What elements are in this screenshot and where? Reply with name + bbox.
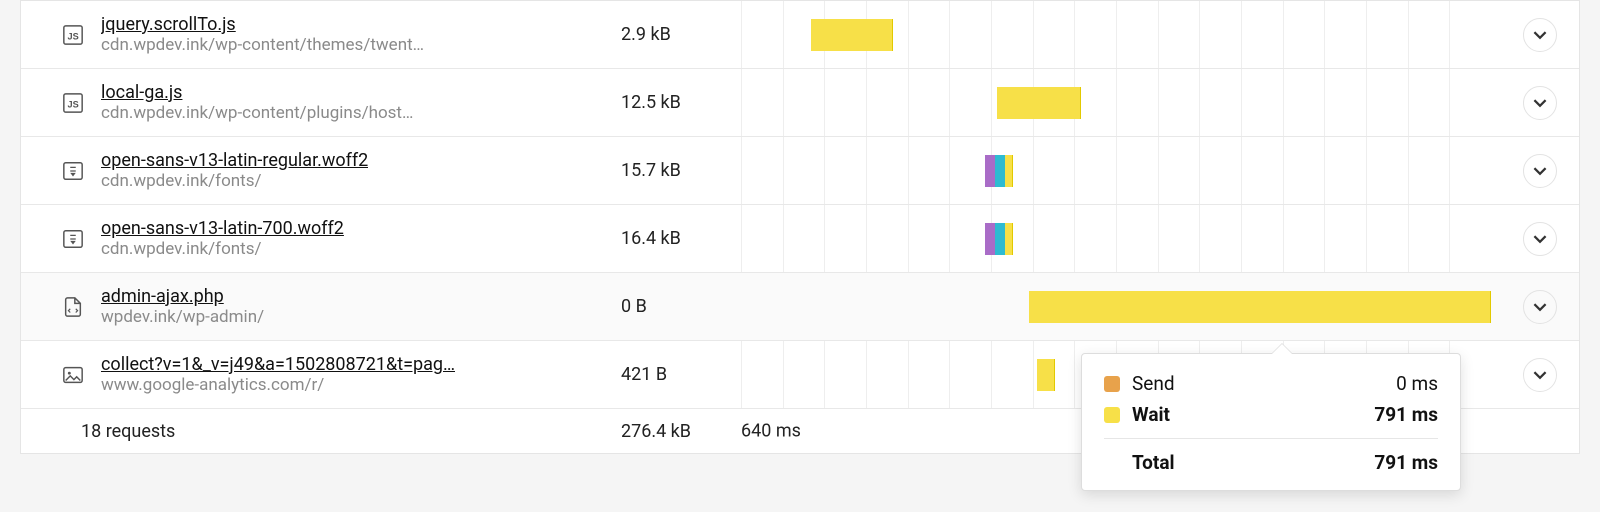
expand-row-button[interactable] [1523, 154, 1557, 188]
waterfall-cell [741, 273, 1513, 340]
request-row[interactable]: open-sans-v13-latin-regular.woff2 cdn.wp… [21, 137, 1579, 205]
waterfall-cell [741, 205, 1513, 272]
tooltip-row-send: Send 0 ms [1104, 368, 1438, 399]
request-size: 421 B [621, 364, 741, 385]
expand-row-button[interactable] [1523, 290, 1557, 324]
waterfall-bar[interactable] [985, 223, 1013, 255]
waterfall-bar[interactable] [1037, 359, 1055, 391]
request-host: cdn.wpdev.ink/wp-content/plugins/host… [101, 103, 413, 123]
svg-text:JS: JS [68, 31, 79, 41]
request-host: www.google-analytics.com/r/ [101, 375, 455, 395]
waterfall-bar[interactable] [1029, 291, 1491, 323]
summary-total-size: 276.4 kB [621, 421, 741, 442]
waterfall-bar[interactable] [997, 87, 1081, 119]
js-icon: JS [61, 91, 85, 115]
wait-swatch-icon [1104, 407, 1120, 423]
tooltip-row-wait: Wait 791 ms [1104, 399, 1438, 430]
waterfall-bar[interactable] [985, 155, 1013, 187]
request-size: 15.7 kB [621, 160, 741, 181]
request-filename[interactable]: collect?v=1&_v=j49&a=1502808721&t=pag… [101, 354, 455, 375]
request-row[interactable]: JS jquery.scrollTo.js cdn.wpdev.ink/wp-c… [21, 1, 1579, 69]
request-size: 2.9 kB [621, 24, 741, 45]
expand-row-button[interactable] [1523, 358, 1557, 392]
font-icon [61, 159, 85, 183]
request-filename[interactable]: local-ga.js [101, 82, 413, 103]
send-swatch-icon [1104, 376, 1120, 392]
waterfall-cell [741, 137, 1513, 204]
request-filename[interactable]: jquery.scrollTo.js [101, 14, 424, 35]
request-filename[interactable]: admin-ajax.php [101, 286, 264, 307]
request-size: 0 B [621, 296, 741, 317]
js-icon: JS [61, 23, 85, 47]
summary-requests: 18 requests [81, 421, 175, 442]
waterfall-cell [741, 69, 1513, 136]
request-host: cdn.wpdev.ink/fonts/ [101, 239, 344, 259]
request-row[interactable]: open-sans-v13-latin-700.woff2 cdn.wpdev.… [21, 205, 1579, 273]
waterfall-cell [741, 1, 1513, 68]
expand-row-button[interactable] [1523, 86, 1557, 120]
waterfall-bar[interactable] [811, 19, 893, 51]
request-size: 16.4 kB [621, 228, 741, 249]
request-host: wpdev.ink/wp-admin/ [101, 307, 264, 327]
request-row[interactable]: admin-ajax.php wpdev.ink/wp-admin/ 0 B [21, 273, 1579, 341]
network-waterfall-panel: JS jquery.scrollTo.js cdn.wpdev.ink/wp-c… [20, 0, 1580, 454]
request-size: 12.5 kB [621, 92, 741, 113]
code-icon [61, 295, 85, 319]
svg-text:JS: JS [68, 99, 79, 109]
expand-row-button[interactable] [1523, 222, 1557, 256]
request-host: cdn.wpdev.ink/fonts/ [101, 171, 368, 191]
expand-row-button[interactable] [1523, 18, 1557, 52]
request-filename[interactable]: open-sans-v13-latin-700.woff2 [101, 218, 344, 239]
image-icon [61, 363, 85, 387]
request-host: cdn.wpdev.ink/wp-content/themes/twent… [101, 35, 424, 55]
font-icon [61, 227, 85, 251]
timing-tooltip: Send 0 ms Wait 791 ms Total 791 ms [1081, 353, 1461, 491]
request-filename[interactable]: open-sans-v13-latin-regular.woff2 [101, 150, 368, 171]
tooltip-row-total: Total 791 ms [1104, 445, 1438, 476]
request-row[interactable]: JS local-ga.js cdn.wpdev.ink/wp-content/… [21, 69, 1579, 137]
